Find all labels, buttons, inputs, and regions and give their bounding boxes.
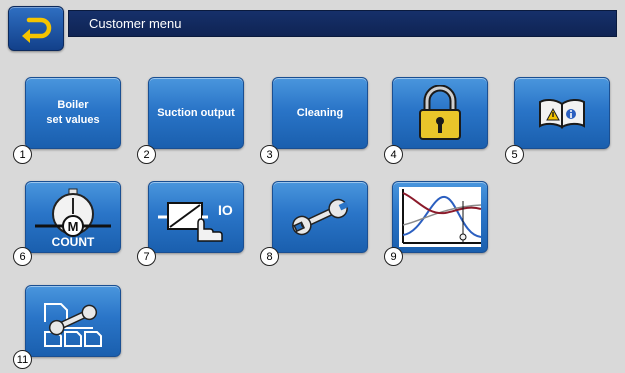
tile-number-badge: 1 bbox=[13, 145, 32, 164]
manual-mode-button[interactable]: IO bbox=[148, 181, 244, 253]
tile-label: Suction output bbox=[157, 106, 235, 119]
cleaning-button[interactable]: Cleaning bbox=[272, 77, 368, 149]
back-button[interactable] bbox=[8, 6, 64, 51]
manual-relay-icon: IO bbox=[158, 202, 233, 242]
tile-number-badge: 5 bbox=[505, 145, 524, 164]
tile-number-badge: 11 bbox=[13, 350, 32, 369]
tile-number-badge: 7 bbox=[137, 247, 156, 266]
heating-curve-button[interactable] bbox=[392, 181, 488, 253]
motor-label: M bbox=[68, 219, 79, 234]
system-config-icon bbox=[44, 303, 102, 347]
back-arrow-icon bbox=[22, 17, 52, 43]
wrench-icon bbox=[292, 198, 349, 236]
motor-counter-icon: M COUNT bbox=[35, 188, 111, 248]
tile-label: Cleaning bbox=[296, 106, 344, 119]
count-label: COUNT bbox=[52, 235, 95, 248]
tile-number-badge: 8 bbox=[260, 247, 279, 266]
heating-curve-icon bbox=[399, 187, 482, 247]
title-bar: Customer menu bbox=[68, 10, 617, 37]
manual-button[interactable] bbox=[514, 77, 610, 149]
suction-output-button[interactable]: Suction output bbox=[148, 77, 244, 149]
lock-button[interactable] bbox=[392, 77, 488, 149]
system-config-button[interactable] bbox=[25, 285, 121, 357]
tile-number-badge: 9 bbox=[384, 247, 403, 266]
page-title: Customer menu bbox=[89, 16, 182, 31]
boiler-set-values-button[interactable]: Boiler set values bbox=[25, 77, 121, 149]
tile-number-badge: 2 bbox=[137, 145, 156, 164]
tile-number-badge: 6 bbox=[13, 247, 32, 266]
tile-number-badge: 4 bbox=[384, 145, 403, 164]
tile-number-badge: 3 bbox=[260, 145, 279, 164]
tile-label: Boiler set values bbox=[46, 99, 100, 126]
manual-book-icon bbox=[539, 98, 585, 129]
motor-counter-button[interactable]: M COUNT bbox=[25, 181, 121, 253]
padlock-icon bbox=[419, 85, 461, 140]
service-button[interactable] bbox=[272, 181, 368, 253]
io-label: IO bbox=[218, 202, 233, 218]
